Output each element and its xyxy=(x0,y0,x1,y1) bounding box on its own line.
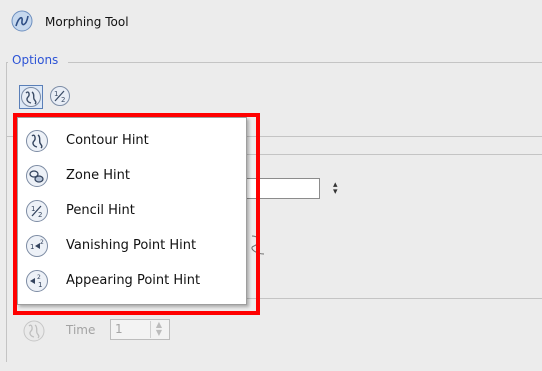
contour-hint-icon xyxy=(23,320,45,342)
contour-hint-icon xyxy=(26,130,48,152)
background-curve-icon xyxy=(251,235,265,255)
menu-item-zone-hint[interactable]: Zone Hint xyxy=(18,159,246,193)
svg-text:1: 1 xyxy=(54,90,58,98)
time-spinner[interactable]: ▲ ▼ xyxy=(150,321,167,338)
menu-item-label: Pencil Hint xyxy=(66,203,135,218)
svg-text:1: 1 xyxy=(30,243,34,251)
menu-item-label: Appearing Point Hint xyxy=(66,273,201,288)
svg-text:2: 2 xyxy=(38,211,42,219)
contour-hint-tool-button[interactable] xyxy=(19,85,43,109)
pencil-hint-icon: 1 2 xyxy=(26,200,48,222)
appearing-point-hint-icon: 2 1 xyxy=(26,270,48,292)
menu-item-contour-hint[interactable]: Contour Hint xyxy=(18,124,246,158)
pencil-hint-tool-button[interactable]: 1 2 xyxy=(49,85,73,109)
svg-text:2: 2 xyxy=(37,274,41,281)
time-label: Time xyxy=(66,323,96,337)
options-frame-top xyxy=(68,62,542,63)
svg-text:1: 1 xyxy=(38,281,42,289)
combo-spin-icon[interactable]: ▴ ▾ xyxy=(333,181,338,197)
menu-item-vanishing-point-hint[interactable]: 1 2 Vanishing Point Hint xyxy=(18,229,246,263)
zone-hint-icon xyxy=(26,165,48,187)
morphing-tool-icon xyxy=(11,10,33,32)
vanishing-point-hint-icon: 1 2 xyxy=(26,235,48,257)
svg-text:2: 2 xyxy=(40,239,44,246)
pencil-hint-icon: 1 2 xyxy=(50,86,70,106)
hint-type-menu: Contour Hint Zone Hint 1 2 Pencil Hint 1… xyxy=(17,117,247,305)
hint-type-combo-field[interactable] xyxy=(246,178,320,199)
menu-item-label: Zone Hint xyxy=(66,168,130,183)
options-legend: Options xyxy=(10,53,61,67)
window-title: Morphing Tool xyxy=(45,15,129,29)
menu-item-label: Vanishing Point Hint xyxy=(66,238,197,253)
svg-text:2: 2 xyxy=(61,96,65,104)
inner-frame-left xyxy=(14,154,15,314)
menu-item-appearing-point-hint[interactable]: 2 1 Appearing Point Hint xyxy=(18,264,246,298)
menu-item-label: Contour Hint xyxy=(66,133,149,148)
menu-item-pencil-hint[interactable]: 1 2 Pencil Hint xyxy=(18,194,246,228)
title-bar: Morphing Tool xyxy=(0,0,542,44)
options-frame-left xyxy=(6,62,7,362)
svg-text:1: 1 xyxy=(31,205,35,213)
contour-hint-icon xyxy=(21,87,41,107)
